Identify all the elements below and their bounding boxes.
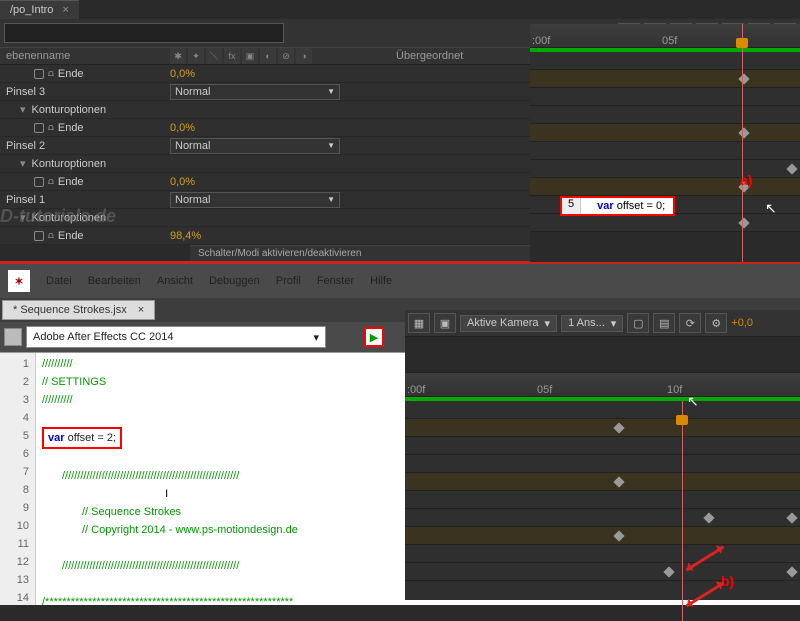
target-app-select[interactable]: Adobe After Effects CC 2014 ▾ — [26, 326, 326, 348]
stopwatch-icon[interactable] — [34, 177, 44, 187]
menu-item[interactable]: Fenster — [317, 275, 354, 287]
camera-select[interactable]: Aktive Kamera▾ — [460, 315, 557, 332]
close-icon[interactable]: × — [138, 304, 144, 316]
cursor-icon: ↖ — [765, 200, 777, 217]
timeline-graph[interactable]: :00f 05f — [530, 24, 800, 262]
mask-icon[interactable]: ▣ — [434, 313, 456, 333]
arrow-annotation — [686, 582, 725, 608]
run-button[interactable]: ▶ — [364, 327, 384, 347]
property-value[interactable]: 0,0% — [170, 68, 195, 80]
layer-label: Konturoptionen — [32, 104, 107, 116]
comp-tab[interactable]: /po_Intro × — [0, 0, 79, 19]
code-body[interactable]: ////////// // SETTINGS ////////// var of… — [36, 353, 304, 605]
menubar: ✶ Datei Bearbeiten Ansicht Debuggen Profil Fe… — [0, 264, 800, 298]
col-name: ebenenname — [0, 48, 170, 64]
estk-logo-icon: ✶ — [8, 270, 30, 292]
property-value[interactable]: 0,0% — [170, 176, 195, 188]
code-callout-a: 5 var offset = 0; — [560, 196, 675, 216]
chevron-down-icon: ▾ — [313, 331, 319, 344]
layer-label: Ende — [58, 230, 84, 242]
secondary-timeline: ▦ ▣ Aktive Kamera▾ 1 Ans...▾ ▢ ▤ ⟳ ⚙ +0,… — [405, 310, 800, 600]
panel-icon[interactable]: ⟳ — [679, 313, 701, 333]
cti-head[interactable] — [676, 415, 688, 425]
property-value[interactable]: 0,0% — [170, 122, 195, 134]
blend-mode-select[interactable]: Normal▼ — [170, 84, 340, 100]
watermark: D-tutorials.de — [0, 206, 116, 227]
menu-item[interactable]: Datei — [46, 275, 72, 287]
stopwatch-icon[interactable] — [34, 231, 44, 241]
views-select[interactable]: 1 Ans...▾ — [561, 315, 623, 332]
panel-icon[interactable]: ⚙ — [705, 313, 727, 333]
search-input[interactable] — [4, 23, 284, 43]
layer-label: Pinsel 1 — [6, 194, 45, 206]
property-value[interactable]: 98,4% — [170, 230, 201, 242]
menu-item[interactable]: Bearbeiten — [88, 275, 141, 287]
time-offset[interactable]: +0,0 — [731, 317, 753, 329]
cursor-icon: ↖ — [687, 393, 699, 410]
menu-item[interactable]: Profil — [276, 275, 301, 287]
menu-item[interactable]: Ansicht — [157, 275, 193, 287]
menu-item[interactable]: Hilfe — [370, 275, 392, 287]
blend-mode-select[interactable]: Normal▼ — [170, 138, 340, 154]
col-parent: Übergeordnet — [390, 48, 530, 64]
time-ruler-2[interactable]: :00f05f10f — [405, 373, 800, 397]
layer-label: Ende — [58, 176, 84, 188]
grid-icon[interactable]: ▦ — [408, 313, 430, 333]
stopwatch-icon[interactable] — [34, 69, 44, 79]
line-gutter: 1234567891011121314 — [0, 353, 36, 605]
annotation-a: a) — [740, 172, 752, 188]
panel-icon[interactable]: ▢ — [627, 313, 649, 333]
comp-tab-label: /po_Intro — [10, 4, 53, 16]
layer-label: Ende — [58, 68, 84, 80]
time-ruler[interactable]: :00f 05f — [530, 24, 800, 48]
layer-label: Pinsel 3 — [6, 86, 45, 98]
panel-icon[interactable]: ▤ — [653, 313, 675, 333]
script-tab[interactable]: * Sequence Strokes.jsx × — [2, 300, 155, 320]
layer-label: Ende — [58, 122, 84, 134]
col-switches: ✱✦＼fx▣◐⊘◑ — [170, 48, 390, 64]
text-cursor-icon: I — [165, 488, 168, 500]
layer-label: Pinsel 2 — [6, 140, 45, 152]
stopwatch-icon[interactable] — [34, 123, 44, 133]
close-icon[interactable]: × — [62, 4, 68, 16]
layer-label: Konturoptionen — [32, 158, 107, 170]
menu-item[interactable]: Debuggen — [209, 275, 260, 287]
cti-head[interactable] — [736, 38, 748, 48]
link-icon[interactable] — [4, 328, 22, 346]
blend-mode-select[interactable]: Normal▼ — [170, 192, 340, 208]
